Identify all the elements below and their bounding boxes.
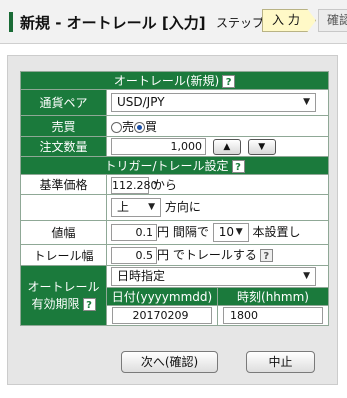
width-label: 値幅 [20, 220, 107, 245]
yen-unit: 円 [157, 225, 170, 239]
cancel-button[interactable]: 中止 [246, 351, 315, 373]
order-form-table: オートレール(新規)? 通貨ペア USD/JPY ▼ 売買 売買 注文数量 1,… [19, 71, 330, 326]
section-header-trigger: トリガー/トレール設定? [19, 156, 330, 175]
time-header: 時刻(hhmm) [216, 287, 330, 306]
currency-pair-cell: USD/JPY ▼ [105, 89, 330, 116]
step-confirm: 確認 [318, 9, 347, 32]
help-icon[interactable]: ? [82, 297, 96, 311]
direction-value: 上 [117, 200, 130, 214]
quantity-input[interactable]: 1,000 [111, 138, 206, 155]
arrow-up-icon: ▲ [223, 141, 231, 152]
quantity-cell: 1,000 ▲ ▼ [105, 136, 330, 157]
currency-pair-value: USD/JPY [117, 95, 165, 109]
chevron-down-icon: ▼ [148, 202, 155, 212]
quantity-down-button[interactable]: ▼ [247, 138, 276, 155]
width-cell: 0.1 円 間隔で 10 ▼ 本設置し [105, 220, 330, 245]
base-price-cell: 112.280 から [105, 174, 330, 195]
count-select[interactable]: 10 ▼ [212, 223, 249, 242]
base-price-value: 112.280 [111, 176, 158, 194]
trail-width-input[interactable]: 0.5 [111, 247, 157, 264]
expiry-label-line2-wrap: 有効期限? [25, 296, 102, 313]
date-input[interactable]: 20170209 [112, 307, 212, 324]
help-icon[interactable]: ? [222, 75, 236, 88]
base-price-label: 基準価格 [20, 174, 107, 195]
buysell-cell: 売買 [105, 115, 330, 137]
section-header-autotrail: オートレール(新規)? [19, 71, 330, 90]
arrow-down-icon: ▼ [258, 141, 266, 152]
chevron-down-icon: ▼ [303, 97, 310, 107]
next-confirm-button[interactable]: 次へ(確認) [121, 351, 218, 373]
count-value: 10 [218, 225, 234, 239]
quantity-up-button[interactable]: ▲ [212, 138, 241, 155]
count-suffix: 本設置し [252, 225, 301, 239]
page-title: 新規 - オートレール [入力] [20, 14, 206, 32]
trail-width-cell: 0.5 円 でトレールする? [105, 244, 330, 266]
sell-radio[interactable] [111, 121, 122, 133]
expiry-type-value: 日時指定 [117, 269, 166, 283]
interval-label: 間隔で [172, 225, 209, 239]
chevron-down-icon: ▼ [235, 227, 243, 237]
header-accent-bar [9, 12, 13, 32]
direction-cell: 上 ▼ 方向に [105, 194, 330, 221]
expiry-type-select[interactable]: 日時指定 ▼ [111, 267, 316, 286]
trail-suffix: 円 でトレールする [157, 248, 257, 262]
direction-empty-cell [20, 194, 107, 221]
section-title-autotrail: オートレール(新規) [113, 74, 220, 88]
time-cell: 1800 [216, 305, 330, 326]
quantity-label: 注文数量 [20, 136, 107, 157]
direction-select[interactable]: 上 ▼ [111, 198, 161, 217]
expiry-label-cell: オートレール 有効期限? [20, 265, 107, 326]
step-input-active: 入 力 [262, 9, 316, 32]
from-label: から [152, 177, 177, 192]
sell-label: 売 [122, 119, 135, 134]
buy-label: 買 [145, 119, 158, 134]
step-label: ステップ [216, 16, 265, 30]
buysell-label: 売買 [20, 115, 107, 137]
date-cell: 20170209 [106, 305, 218, 326]
section-title-trigger: トリガー/トレール設定 [104, 159, 229, 173]
trail-width-label: トレール幅 [20, 244, 107, 266]
expiry-label-line1: オートレール [27, 279, 100, 294]
currency-pair-label: 通貨ペア [20, 89, 107, 116]
help-icon[interactable]: ? [231, 160, 245, 173]
width-input[interactable]: 0.1 [111, 224, 157, 241]
expiry-label-line2: 有効期限 [31, 296, 80, 311]
buy-radio[interactable] [134, 121, 146, 133]
chevron-down-icon: ▼ [303, 271, 310, 281]
direction-suffix: 方向に [164, 200, 201, 214]
page-header: 新規 - オートレール [入力] ステップ 入 力 確認 [0, 0, 347, 44]
currency-pair-select[interactable]: USD/JPY ▼ [111, 93, 316, 112]
help-icon[interactable]: ? [259, 249, 273, 262]
time-input[interactable]: 1800 [223, 307, 323, 324]
expiry-type-cell: 日時指定 ▼ [105, 265, 330, 288]
date-header: 日付(yyyymmdd) [106, 287, 218, 306]
